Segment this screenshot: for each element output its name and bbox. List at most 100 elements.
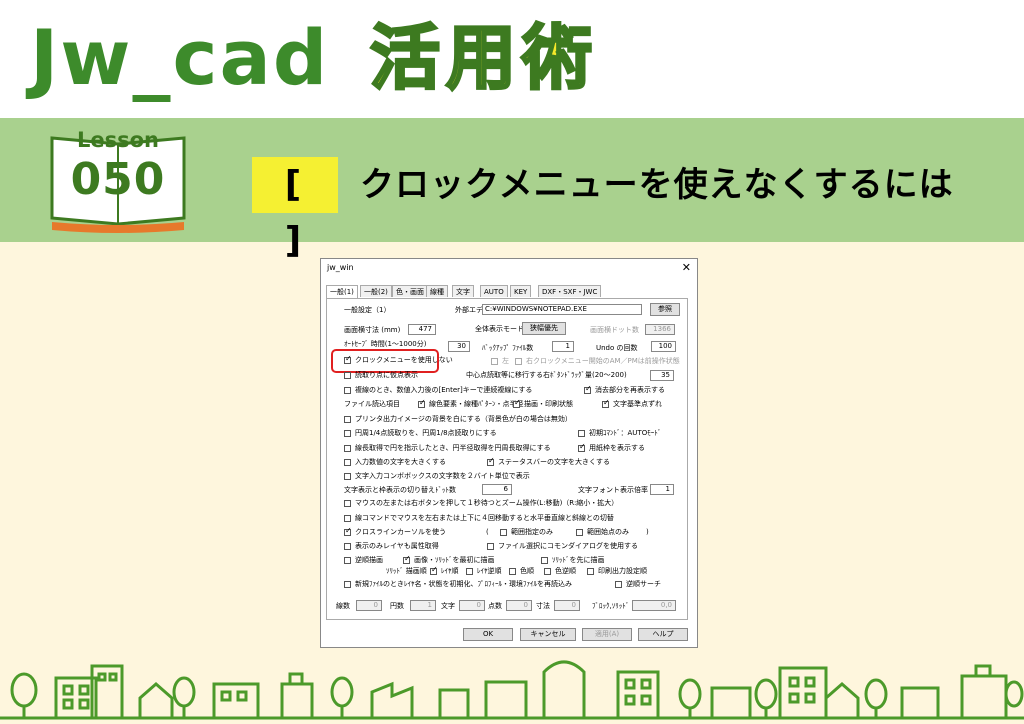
option-checkbox[interactable]: [344, 387, 351, 394]
count-label: 円数: [390, 602, 404, 610]
option-checkbox[interactable]: [344, 500, 351, 507]
option-label: 用紙枠を表示する: [589, 444, 645, 452]
option-checkbox[interactable]: [466, 568, 473, 575]
count-field: 0: [459, 600, 485, 611]
close-icon[interactable]: ✕: [682, 261, 691, 274]
option-label: ｿﾘｯﾄﾞを先に描画: [552, 556, 605, 564]
screen-width-field[interactable]: 477: [408, 324, 436, 335]
option-label: 文字入力コンボボックスの文字数を２バイト単位で表示: [355, 472, 530, 480]
center-drag-label: 中心点読取等に移行する右ﾎﾞﾀﾝﾄﾞﾗｯｸﾞ量(20～200): [466, 371, 627, 379]
option-label: ﾚｲﾔ逆順: [477, 567, 502, 575]
option-checkbox[interactable]: [615, 581, 622, 588]
tab-linetype[interactable]: 線種: [426, 285, 448, 297]
apply-button[interactable]: 適用(A): [582, 628, 632, 641]
screen-width-label: 画面横寸法 (mm): [344, 326, 401, 334]
option-label: 画像・ｿﾘｯﾄﾞを最初に描画: [414, 556, 495, 564]
read-point-checkbox[interactable]: [344, 372, 351, 379]
option-label: 線色要素・線種ﾊﾟﾀｰﾝ・点半径: [429, 400, 524, 408]
option-label: ﾚｲﾔ順: [441, 567, 459, 575]
ok-button[interactable]: OK: [463, 628, 513, 641]
tab-general1[interactable]: 一般(1): [326, 285, 358, 298]
count-field: 0: [356, 600, 382, 611]
option-label: ステータスバーの文字を大きくする: [498, 458, 610, 466]
text-dots-field[interactable]: 6: [482, 484, 512, 495]
option-checkbox[interactable]: [344, 515, 351, 522]
backup-field[interactable]: 1: [552, 341, 574, 352]
option-checkbox[interactable]: [403, 554, 411, 564]
option-checkbox[interactable]: [544, 568, 551, 575]
autosave-label: ｵｰﾄｾｰﾌﾞ 時間(1～1000分): [344, 340, 427, 348]
bracket-text: [ ]: [284, 164, 320, 261]
text-font-field[interactable]: 1: [650, 484, 674, 495]
tab-general2[interactable]: 一般(2): [360, 285, 392, 297]
count-field: 0,0: [632, 600, 676, 611]
option-checkbox[interactable]: [344, 543, 351, 550]
option-checkbox[interactable]: [344, 459, 351, 466]
ext-editor-field[interactable]: C:¥WINDOWS¥NOTEPAD.EXE: [482, 304, 642, 315]
tab-bar: 一般(1) 一般(2) 色・画面 線種 文字 AUTO KEY DXF・SXF・…: [326, 285, 686, 299]
option-checkbox[interactable]: [541, 557, 548, 564]
city-skyline-illustration: [0, 660, 1024, 720]
option-checkbox[interactable]: [344, 416, 351, 423]
option-checkbox[interactable]: [500, 529, 507, 536]
help-button[interactable]: ヘルプ: [638, 628, 688, 641]
option-checkbox[interactable]: [344, 581, 351, 588]
option-checkbox[interactable]: [344, 473, 351, 480]
option-checkbox[interactable]: [578, 430, 585, 437]
crossline-checkbox[interactable]: [344, 526, 352, 536]
option-label: 文字基準点ずれ: [613, 400, 662, 408]
undo-field[interactable]: 100: [651, 341, 676, 352]
tab-text[interactable]: 文字: [452, 285, 474, 297]
option-checkbox[interactable]: [430, 565, 438, 575]
right-clock-checkbox: [515, 358, 522, 365]
text-dots-label: 文字表示と枠表示の切り替えﾄﾞｯﾄ数: [344, 486, 456, 494]
paren-close: ): [646, 528, 649, 536]
option-label: 逆順サーチ: [626, 580, 661, 588]
tab-dxf[interactable]: DXF・SXF・JWC: [538, 285, 602, 297]
tab-auto[interactable]: AUTO: [480, 285, 508, 297]
option-label: 消去部分を再表示する: [595, 386, 665, 394]
browse-button[interactable]: 参照: [650, 303, 680, 316]
option-checkbox[interactable]: [578, 442, 586, 452]
option-label: 逆順描画: [355, 556, 383, 564]
logo-katsuyoujutsu: 活用術: [369, 16, 598, 101]
option-checkbox[interactable]: [344, 557, 351, 564]
tab-color-screen[interactable]: 色・画面: [392, 285, 428, 297]
option-label: 色順: [520, 567, 534, 575]
cancel-button[interactable]: キャンセル: [520, 628, 576, 641]
count-label: 寸法: [536, 602, 550, 610]
count-label: ﾌﾞﾛｯｸ,ｿﾘｯﾄﾞ: [592, 602, 630, 610]
backup-label: ﾊﾞｯｸｱｯﾌﾟ ﾌｧｲﾙ数: [482, 344, 534, 352]
option-checkbox[interactable]: [587, 568, 594, 575]
option-label: 描画・印刷状態: [524, 400, 573, 408]
option-checkbox[interactable]: [509, 568, 516, 575]
option-label: 印刷出力設定順: [598, 567, 647, 575]
count-label: 線数: [336, 602, 350, 610]
full-display-button[interactable]: 狭幅優先: [522, 322, 566, 335]
option-checkbox[interactable]: [344, 430, 351, 437]
option-label: 範囲始点のみ: [587, 528, 629, 536]
option-checkbox[interactable]: [344, 445, 351, 452]
option-label: プリンタ出力イメージの背景を白にする（背景色が白の場合は無効）: [355, 415, 572, 423]
option-checkbox[interactable]: [602, 398, 610, 408]
option-checkbox[interactable]: [418, 398, 426, 408]
option-label: 表示のみレイヤも属性取得: [355, 542, 439, 550]
right-clock-label: 右クロックメニュー開始のAM／PMは前操作状態: [526, 357, 680, 365]
lesson-label: Lesson: [76, 128, 159, 152]
option-label: 色逆順: [555, 567, 576, 575]
tab-key[interactable]: KEY: [510, 285, 532, 297]
option-checkbox[interactable]: [487, 456, 495, 466]
option-checkbox[interactable]: [513, 398, 521, 408]
option-checkbox[interactable]: [487, 543, 494, 550]
option-checkbox[interactable]: [584, 384, 592, 394]
left-label: 左: [502, 357, 509, 365]
option-label: 入力数値の文字を大きくする: [355, 458, 446, 466]
option-label: 円周1/4点読取りを、円周1/8点読取りにする: [355, 429, 497, 437]
option-checkbox[interactable]: [576, 529, 583, 536]
autosave-field[interactable]: 30: [448, 341, 470, 352]
option-label: クロスラインカーソルを使う: [355, 528, 446, 536]
text-font-label: 文字フォント表示倍率: [578, 486, 648, 494]
center-drag-field[interactable]: 35: [650, 370, 674, 381]
lesson-number: 050: [70, 154, 166, 205]
dialog-title: jw_win: [327, 263, 354, 272]
